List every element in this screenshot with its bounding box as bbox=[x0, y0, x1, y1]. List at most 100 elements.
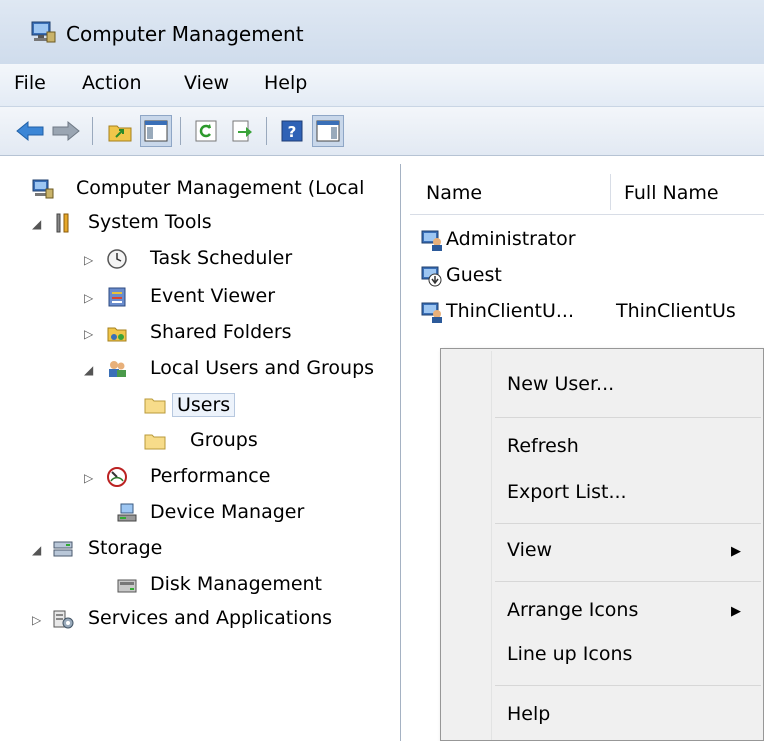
show-hide-action-pane-button[interactable] bbox=[312, 115, 344, 147]
toolbar: ? bbox=[0, 107, 764, 156]
list-row-administrator[interactable]: Administrator bbox=[420, 222, 764, 258]
cell-full-name: ThinClientUs bbox=[616, 300, 736, 322]
menu-action[interactable]: Action bbox=[82, 72, 142, 94]
expand-triangle-icon[interactable]: ▷ bbox=[84, 471, 93, 485]
tree-item-label: System Tools bbox=[88, 211, 212, 233]
list-column-header: Name Full Name bbox=[410, 170, 764, 215]
menu-bar: File Action View Help bbox=[0, 64, 764, 107]
up-one-level-button[interactable] bbox=[104, 115, 136, 147]
tree-item-shared-folders[interactable]: ▷ Shared Folders bbox=[22, 318, 400, 350]
tree-item-label: Local Users and Groups bbox=[150, 357, 375, 379]
column-header-name[interactable]: Name bbox=[426, 182, 482, 204]
refresh-icon bbox=[195, 120, 217, 142]
submenu-arrow-icon: ▶ bbox=[731, 544, 741, 559]
toolbar-separator bbox=[180, 117, 181, 145]
forward-arrow-icon bbox=[52, 120, 80, 142]
menu-separator bbox=[495, 523, 761, 524]
event-viewer-icon bbox=[108, 287, 126, 307]
tree-item-label: Services and Applications bbox=[88, 607, 333, 629]
back-arrow-icon bbox=[16, 120, 44, 142]
collapse-triangle-icon[interactable]: ◢ bbox=[32, 217, 41, 231]
menu-item-help[interactable]: Help bbox=[507, 703, 550, 725]
tree-item-label: Users bbox=[172, 393, 236, 417]
tree-item-groups[interactable]: Groups bbox=[22, 426, 400, 458]
menu-item-view[interactable]: View bbox=[507, 539, 552, 561]
list-row-guest[interactable]: Guest bbox=[420, 258, 764, 294]
folder-icon bbox=[144, 434, 166, 450]
column-divider[interactable] bbox=[610, 174, 611, 210]
tree-item-label: Shared Folders bbox=[150, 321, 292, 343]
clock-icon bbox=[107, 249, 127, 269]
list-row-thinclientuser[interactable]: ThinClientU... ThinClientUs bbox=[420, 294, 764, 330]
storage-icon bbox=[53, 541, 73, 557]
folder-icon bbox=[144, 398, 166, 414]
tree-item-storage[interactable]: ◢ Storage bbox=[22, 534, 400, 566]
tree-item-disk-management[interactable]: Disk Management bbox=[22, 570, 400, 602]
export-list-button[interactable] bbox=[226, 115, 258, 147]
back-button[interactable] bbox=[14, 115, 46, 147]
users-group-icon bbox=[109, 361, 126, 377]
tree-item-computer-management[interactable]: Computer Management (Local bbox=[22, 174, 400, 206]
tree-item-label: Disk Management bbox=[150, 573, 323, 595]
forward-button[interactable] bbox=[50, 115, 82, 147]
svg-text:?: ? bbox=[288, 123, 297, 141]
user-icon bbox=[421, 230, 442, 251]
menu-separator bbox=[495, 417, 761, 418]
computer-management-icon bbox=[31, 21, 56, 43]
tree-item-users[interactable]: Users bbox=[22, 390, 400, 422]
computer-management-icon bbox=[32, 179, 54, 199]
show-hide-console-tree-button[interactable] bbox=[140, 115, 172, 147]
collapse-triangle-icon[interactable]: ◢ bbox=[32, 543, 41, 557]
help-icon: ? bbox=[281, 120, 303, 142]
tree-item-label: Event Viewer bbox=[150, 285, 276, 307]
menu-help[interactable]: Help bbox=[264, 72, 307, 94]
show-hide-console-tree-icon bbox=[144, 120, 168, 142]
export-list-icon bbox=[232, 120, 252, 142]
collapse-triangle-icon[interactable]: ◢ bbox=[84, 363, 93, 377]
expand-triangle-icon[interactable]: ▷ bbox=[84, 291, 93, 305]
console-tree: Computer Management (Local ◢ System Tool… bbox=[22, 164, 401, 741]
device-manager-icon bbox=[117, 503, 137, 522]
cell-name: Guest bbox=[446, 264, 502, 286]
toolbar-separator bbox=[92, 117, 93, 145]
menu-file[interactable]: File bbox=[14, 72, 46, 94]
expand-triangle-icon[interactable]: ▷ bbox=[84, 327, 93, 341]
menu-item-refresh[interactable]: Refresh bbox=[507, 435, 579, 457]
tree-item-task-scheduler[interactable]: ▷ Task Scheduler bbox=[22, 244, 400, 276]
menu-item-line-up-icons[interactable]: Line up Icons bbox=[507, 643, 632, 665]
tree-item-services-and-applications[interactable]: ▷ Services and Applications bbox=[22, 604, 400, 636]
window-title: Computer Management bbox=[66, 22, 304, 46]
shared-folders-icon bbox=[107, 327, 127, 342]
user-icon bbox=[421, 302, 442, 323]
up-folder-icon bbox=[108, 125, 132, 142]
cell-name: ThinClientU... bbox=[446, 300, 574, 322]
tree-item-label: Device Manager bbox=[150, 501, 305, 523]
menu-view[interactable]: View bbox=[184, 72, 229, 94]
tree-item-label: Performance bbox=[150, 465, 271, 487]
system-tools-icon bbox=[56, 213, 69, 233]
show-hide-action-pane-icon bbox=[316, 120, 340, 142]
expand-triangle-icon[interactable]: ▷ bbox=[84, 253, 93, 267]
menu-item-arrange-icons[interactable]: Arrange Icons bbox=[507, 599, 638, 621]
expand-triangle-icon[interactable]: ▷ bbox=[32, 613, 41, 627]
tree-item-device-manager[interactable]: Device Manager bbox=[22, 498, 400, 530]
tree-item-system-tools[interactable]: ◢ System Tools bbox=[22, 208, 400, 240]
submenu-arrow-icon: ▶ bbox=[731, 604, 741, 619]
tree-item-local-users-and-groups[interactable]: ◢ Local Users and Groups bbox=[22, 354, 400, 386]
tree-item-event-viewer[interactable]: ▷ Event Viewer bbox=[22, 282, 400, 314]
tree-item-label: Computer Management (Local bbox=[76, 177, 365, 199]
services-and-applications-icon bbox=[53, 610, 74, 629]
context-menu: New User... Refresh Export List... View … bbox=[440, 348, 764, 741]
disk-management-icon bbox=[117, 579, 137, 593]
menu-item-new-user[interactable]: New User... bbox=[507, 373, 614, 395]
title-bar: Computer Management bbox=[0, 0, 764, 64]
column-header-full-name[interactable]: Full Name bbox=[624, 182, 719, 204]
menu-item-export-list[interactable]: Export List... bbox=[507, 481, 627, 503]
tree-item-performance[interactable]: ▷ Performance bbox=[22, 462, 400, 494]
help-button[interactable]: ? bbox=[276, 115, 308, 147]
refresh-button[interactable] bbox=[190, 115, 222, 147]
menu-icon-gutter bbox=[491, 351, 492, 740]
tree-item-label: Storage bbox=[88, 537, 163, 559]
disabled-user-icon bbox=[421, 266, 442, 287]
toolbar-separator bbox=[266, 117, 267, 145]
